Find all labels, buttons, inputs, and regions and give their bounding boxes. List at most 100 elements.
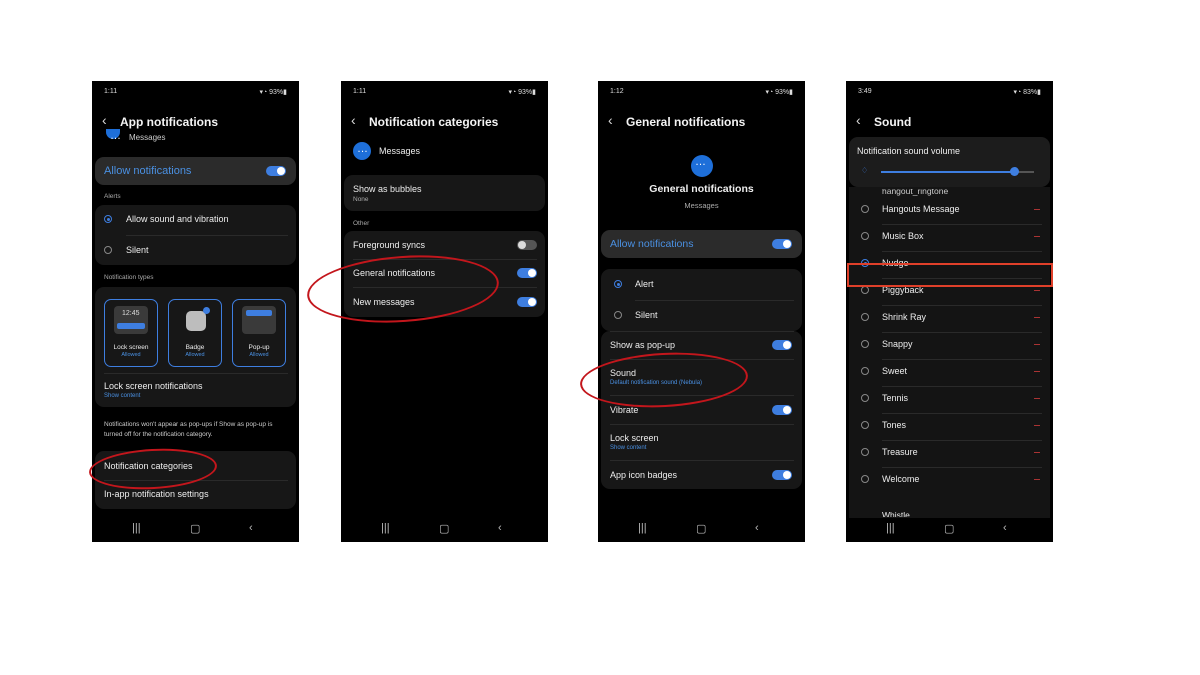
type-lock-screen[interactable]: 12:45 Lock screen Allowed (104, 299, 158, 367)
bell-icon: ♢ (861, 166, 869, 175)
nav-bar: ||| ▢ ‹ (598, 518, 805, 542)
vibrate-toggle[interactable] (772, 405, 792, 415)
battery-level: 83% (1023, 89, 1038, 96)
nav-bar: ||| ▢ ‹ (846, 518, 1053, 542)
badge-preview-icon (186, 307, 210, 331)
radio-silent[interactable] (104, 246, 112, 254)
allow-notifications-toggle[interactable] (772, 239, 792, 249)
sound-radio[interactable] (861, 421, 869, 429)
sound-row[interactable]: Sweet (849, 359, 1050, 386)
home-icon[interactable]: ▢ (190, 522, 200, 535)
allow-notifications-row[interactable]: Allow notifications (95, 157, 296, 185)
sound-radio[interactable] (861, 313, 869, 321)
status-bar: 1:11 ▾◔ 93%▮ (341, 81, 548, 101)
nav-bar: ||| ▢ ‹ (92, 518, 299, 542)
app-icon-badges[interactable]: App icon badges (610, 470, 677, 480)
sound-dash-mark (1034, 479, 1040, 480)
allow-notifications-label: Allow notifications (610, 238, 694, 250)
show-as-popup[interactable]: Show as pop-up (610, 340, 675, 350)
sound-dash-mark (1034, 344, 1040, 345)
back-nav-icon[interactable]: ‹ (755, 522, 759, 534)
type-popup[interactable]: Pop-up Allowed (232, 299, 286, 367)
status-bar: 1:12 ▾◔ 93%▮ (598, 81, 805, 101)
sound-list: hangout_ringtone Hangouts Message Music B… (849, 187, 1050, 523)
allow-notifications-toggle[interactable] (266, 166, 286, 176)
show-as-popup-toggle[interactable] (772, 340, 792, 350)
sound-radio[interactable] (861, 286, 869, 294)
back-nav-icon[interactable]: ‹ (1003, 522, 1007, 534)
status-bar: 3:49 ▾◔ 83%▮ (846, 81, 1053, 101)
preview-time: 12:45 (122, 310, 140, 317)
header: ‹ App notifications (92, 112, 299, 131)
alerts-header: Alerts (104, 193, 121, 200)
lock-screen-setting[interactable]: Lock screen (610, 433, 659, 443)
app-name: Messages (379, 146, 421, 156)
sound-row[interactable]: Tones (849, 413, 1050, 440)
sound-radio[interactable] (861, 448, 869, 456)
allow-notifications-label: Allow notifications (104, 165, 192, 177)
battery-level: 93% (518, 89, 533, 96)
signal-icon: ▾◔ (1013, 89, 1024, 96)
back-arrow-icon[interactable]: ‹ (608, 112, 613, 128)
home-icon[interactable]: ▢ (944, 522, 954, 535)
alert-option-silent[interactable]: Silent (126, 245, 149, 255)
back-arrow-icon[interactable]: ‹ (856, 112, 861, 128)
alert-mode-card: Alert Silent (601, 269, 802, 331)
nav-bar: ||| ▢ ‹ (341, 518, 548, 542)
sound-row[interactable]: Music Box (849, 224, 1050, 251)
foreground-syncs-toggle[interactable] (517, 240, 537, 250)
recents-icon[interactable]: ||| (886, 522, 895, 534)
sound-row[interactable]: Snappy (849, 332, 1050, 359)
volume-knob[interactable] (1010, 167, 1020, 176)
type-status: Allowed (121, 352, 141, 358)
status-time: 1:11 (353, 88, 367, 95)
recents-icon[interactable]: ||| (381, 522, 390, 534)
type-status: Allowed (185, 352, 205, 358)
lock-screen-notifications[interactable]: Lock screen notifications (104, 381, 203, 391)
sound-row[interactable]: Tennis (849, 386, 1050, 413)
sound-radio[interactable] (861, 475, 869, 483)
page-title: App notifications (120, 115, 218, 129)
selected-highlight-box (847, 263, 1053, 287)
type-label: Badge (185, 344, 205, 351)
in-app-notification-settings[interactable]: In-app notification settings (104, 489, 209, 499)
battery-icon: ▮ (789, 89, 793, 96)
volume-card: Notification sound volume ♢ (849, 137, 1050, 187)
volume-slider[interactable] (881, 167, 1034, 176)
sound-radio[interactable] (861, 340, 869, 348)
sound-dash-mark (1034, 452, 1040, 453)
recents-icon[interactable]: ||| (638, 522, 647, 534)
sound-row[interactable]: Hangouts Message (849, 197, 1050, 224)
silent-option[interactable]: Silent (635, 310, 658, 320)
sound-dash-mark (1034, 290, 1040, 291)
radio-alert[interactable] (614, 280, 622, 288)
type-badge[interactable]: Badge Allowed (168, 299, 222, 367)
bubbles-card[interactable]: Show as bubbles None (344, 175, 545, 211)
back-arrow-icon[interactable]: ‹ (102, 112, 107, 128)
sound-name: Tennis (882, 393, 909, 403)
foreground-syncs[interactable]: Foreground syncs (353, 240, 425, 250)
back-arrow-icon[interactable]: ‹ (351, 112, 356, 128)
sound-radio[interactable] (861, 232, 869, 240)
sound-row[interactable]: Shrink Ray (849, 305, 1050, 332)
home-icon[interactable]: ▢ (696, 522, 706, 535)
recents-icon[interactable]: ||| (132, 522, 141, 534)
sound-radio[interactable] (861, 367, 869, 375)
sound-row[interactable]: Welcome (849, 467, 1050, 494)
popup-note: Notifications won't appear as pop-ups if… (104, 421, 273, 438)
general-notifications-toggle[interactable] (517, 268, 537, 278)
back-nav-icon[interactable]: ‹ (498, 522, 502, 534)
new-messages-toggle[interactable] (517, 297, 537, 307)
alert-option[interactable]: Alert (635, 279, 654, 289)
sound-radio[interactable] (861, 394, 869, 402)
sound-radio[interactable] (861, 205, 869, 213)
back-nav-icon[interactable]: ‹ (249, 522, 253, 534)
alert-option-sound[interactable]: Allow sound and vibration (126, 214, 229, 224)
sound-name: Sweet (882, 366, 908, 376)
radio-silent[interactable] (614, 311, 622, 319)
app-icon-badges-toggle[interactable] (772, 470, 792, 480)
allow-notifications-row[interactable]: Allow notifications (601, 230, 802, 258)
radio-sound-vibration[interactable] (104, 215, 112, 223)
home-icon[interactable]: ▢ (439, 522, 449, 535)
sound-row[interactable]: Treasure (849, 440, 1050, 467)
